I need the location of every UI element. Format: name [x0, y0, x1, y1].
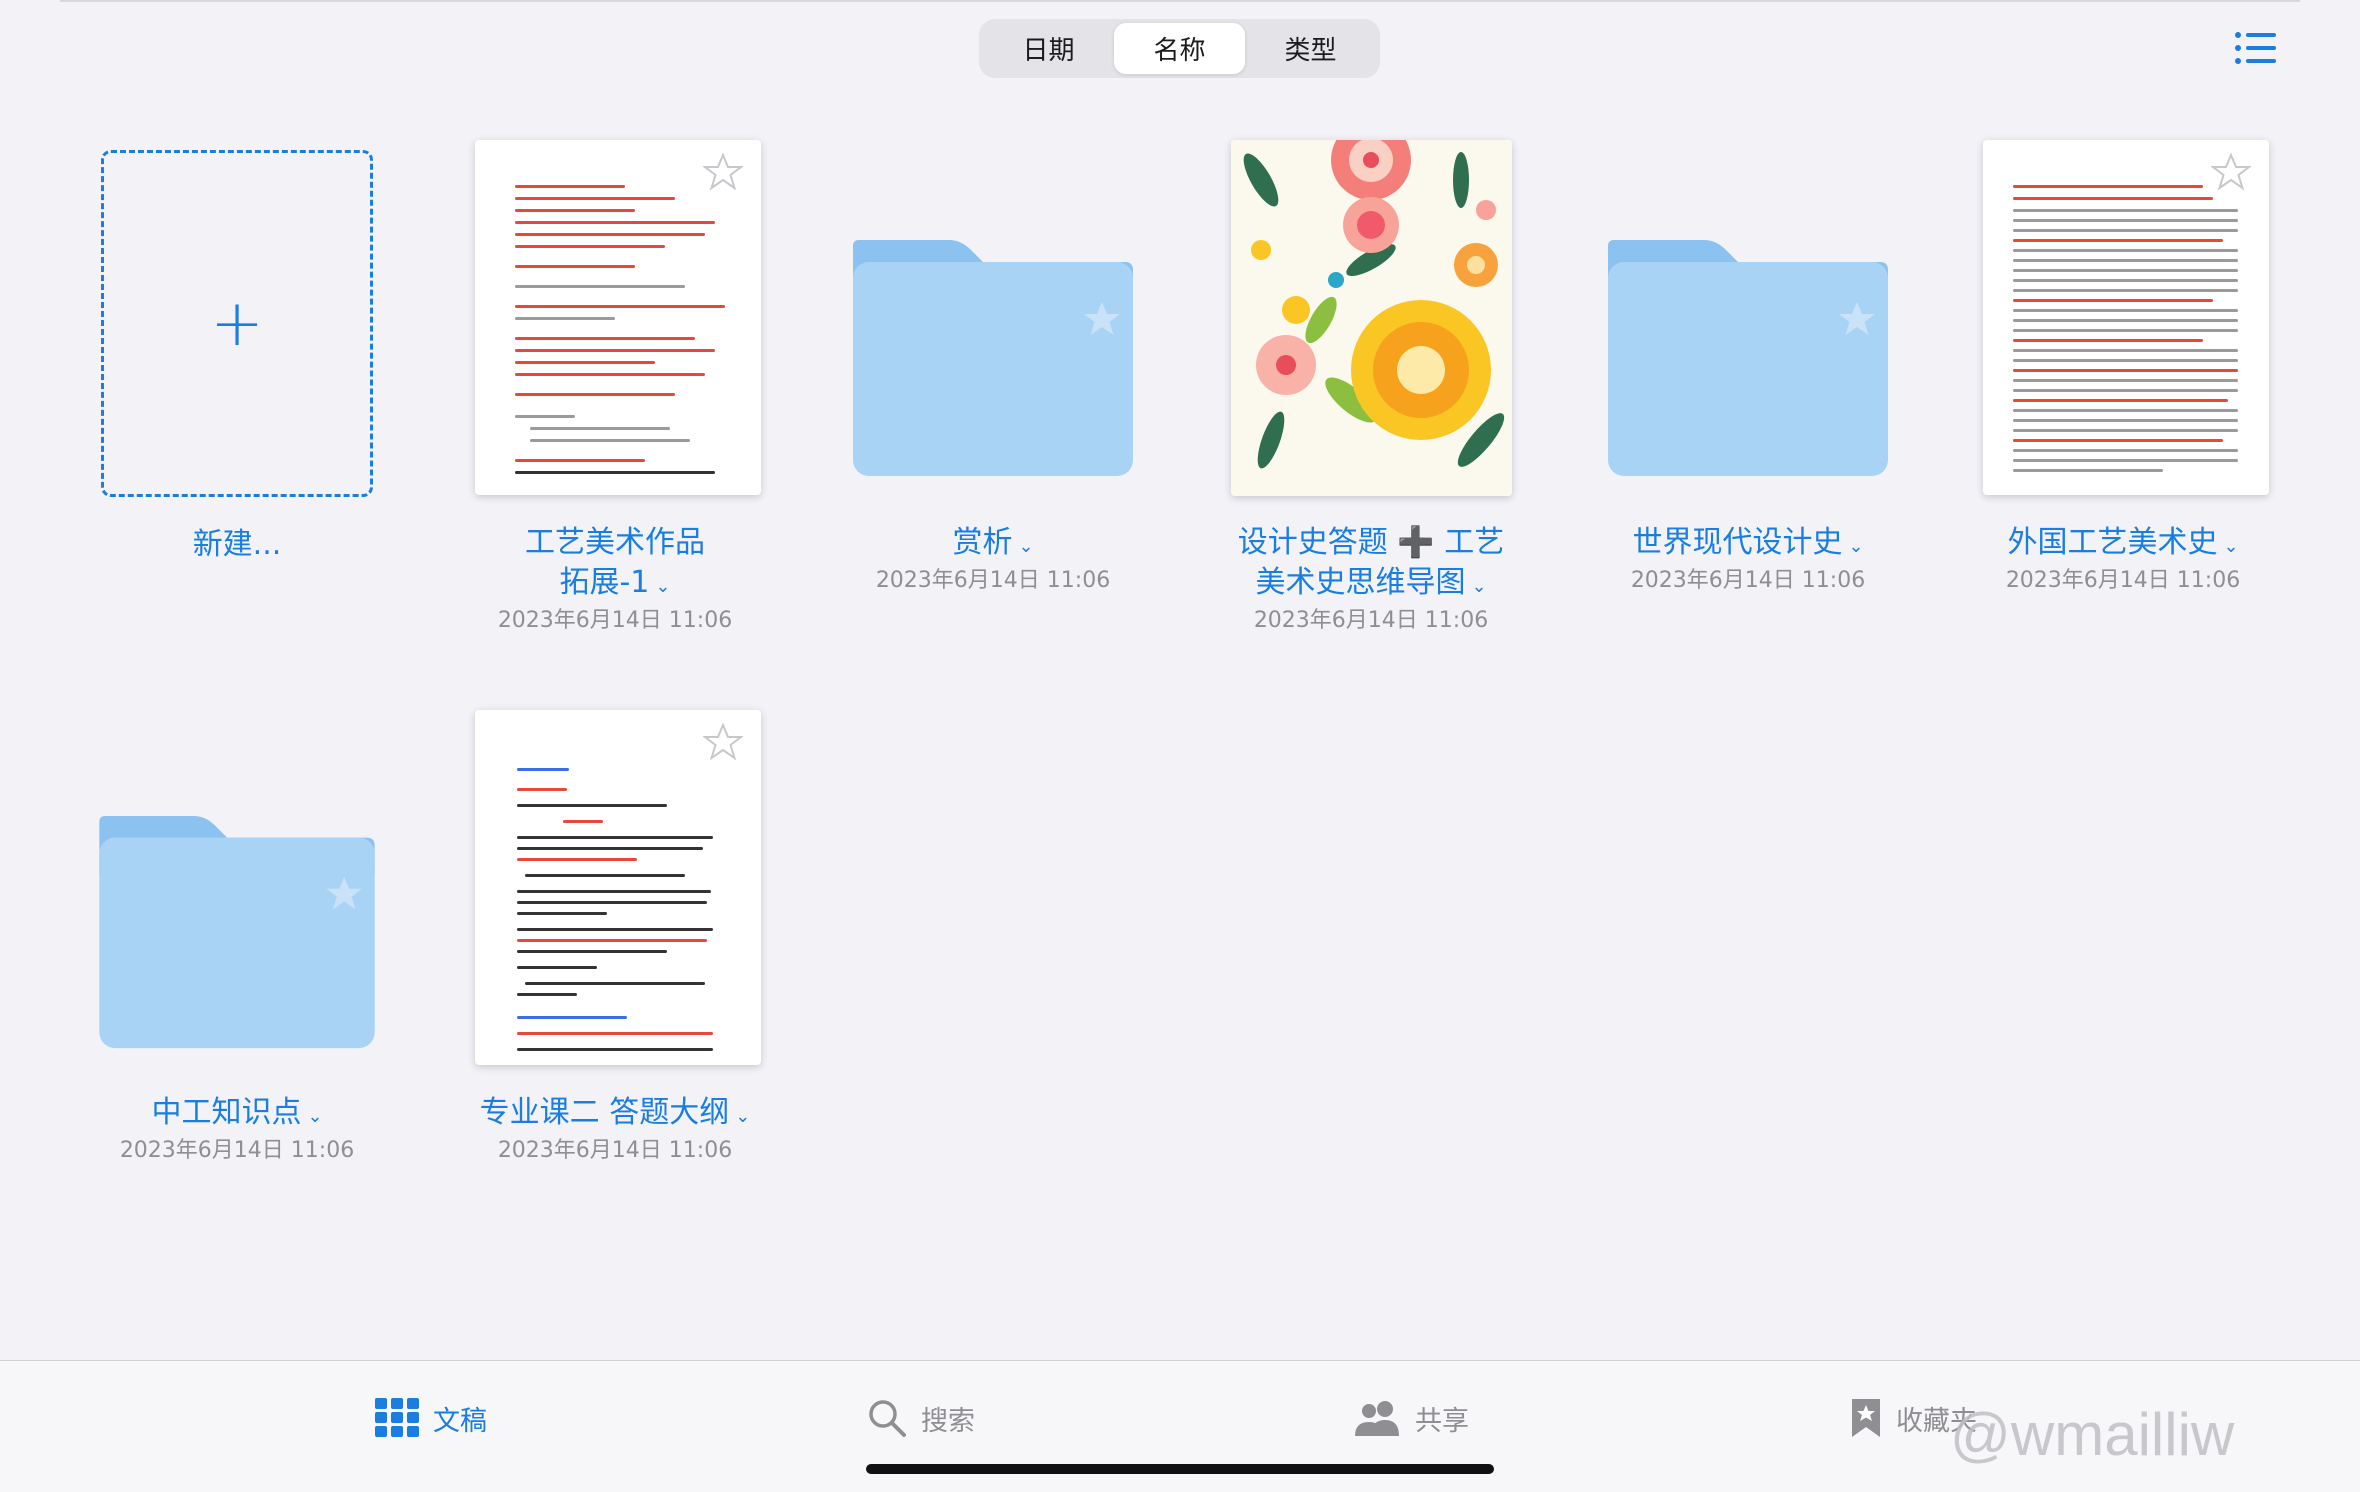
tile-date: 2023年6月14日 11:06 [875, 568, 1111, 593]
tile-date: 2023年6月14日 11:06 [1630, 568, 1866, 593]
top-divider [60, 0, 2300, 2]
tile-date: 2023年6月14日 11:06 [1253, 608, 1489, 633]
list-view-icon[interactable] [2234, 30, 2278, 66]
tab-shared[interactable]: 共享 [1355, 1393, 1469, 1443]
tile-name: 设计史答题 ➕ 工艺 美术史思维导图 ⌄ [1237, 525, 1505, 600]
sort-segmented-control[interactable]: 日期 名称 类型 [979, 19, 1380, 78]
search-icon [869, 1400, 906, 1437]
chevron-down-icon[interactable]: ⌄ [655, 576, 670, 597]
tile-name: 专业课二 答题大纲 ⌄ [479, 1095, 751, 1130]
favorite-star-icon[interactable] [703, 152, 743, 192]
document-tile[interactable]: 外国工艺美术史 ⌄ 2023年6月14日 11:06 [1943, 140, 2303, 600]
chevron-down-icon[interactable]: ⌄ [1018, 536, 1033, 557]
document-thumbnail[interactable] [1983, 140, 2269, 495]
chevron-down-icon[interactable]: ⌄ [1848, 536, 1863, 557]
sort-date-segment[interactable]: 日期 [983, 23, 1114, 74]
watermark-text: @wmailliw [1950, 1401, 2235, 1468]
floral-thumbnail[interactable] [1231, 140, 1512, 496]
favorite-star-icon[interactable] [2211, 152, 2251, 192]
folder-tile[interactable]: 世界现代设计史 ⌄ 2023年6月14日 11:06 [1568, 140, 1928, 600]
tile-name: 工艺美术作品 拓展-1 ⌄ [525, 525, 705, 600]
sort-kind-segment[interactable]: 类型 [1245, 23, 1376, 74]
new-document-button[interactable]: + [101, 150, 373, 497]
tab-label: 文稿 [433, 1405, 487, 1437]
chevron-down-icon[interactable]: ⌄ [2223, 536, 2238, 557]
tab-label: 共享 [1415, 1405, 1469, 1437]
document-tile[interactable]: 专业课二 答题大纲 ⌄ 2023年6月14日 11:06 [435, 710, 795, 1170]
grid-icon [375, 1398, 419, 1437]
folder-icon[interactable] [853, 240, 1133, 480]
favorite-star-icon[interactable] [703, 722, 743, 762]
plus-icon: + [210, 286, 264, 361]
tile-date: 2023年6月14日 11:06 [497, 608, 733, 633]
document-tile[interactable]: 工艺美术作品 拓展-1 ⌄ 2023年6月14日 11:06 [435, 140, 795, 640]
folder-tile[interactable]: 赏析 ⌄ 2023年6月14日 11:06 [813, 140, 1173, 600]
tab-label: 搜索 [921, 1405, 975, 1437]
people-icon [1355, 1401, 1399, 1436]
folder-icon[interactable] [99, 816, 375, 1052]
new-document-tile[interactable]: + 新建... [57, 140, 417, 580]
document-thumbnail[interactable] [475, 710, 761, 1065]
folder-tile[interactable]: 中工知识点 ⌄ 2023年6月14日 11:06 [57, 710, 417, 1170]
tab-search[interactable]: 搜索 [867, 1393, 975, 1443]
home-indicator [866, 1464, 1494, 1474]
tile-date: 2023年6月14日 11:06 [119, 1138, 355, 1163]
tile-date: 2023年6月14日 11:06 [497, 1138, 733, 1163]
tile-date: 2023年6月14日 11:06 [2005, 568, 2241, 593]
sort-name-segment[interactable]: 名称 [1114, 23, 1245, 74]
tile-name: 世界现代设计史 ⌄ [1632, 525, 1864, 560]
chevron-down-icon[interactable]: ⌄ [307, 1106, 322, 1127]
tile-name: 赏析 ⌄ [952, 525, 1034, 560]
tab-documents[interactable]: 文稿 [375, 1393, 487, 1443]
tile-name: 新建... [192, 527, 282, 562]
folder-icon[interactable] [1608, 240, 1888, 480]
chevron-down-icon[interactable]: ⌄ [735, 1106, 750, 1127]
tile-name: 中工知识点 ⌄ [151, 1095, 323, 1130]
bookmark-icon [1852, 1399, 1880, 1437]
chevron-down-icon[interactable]: ⌄ [1471, 576, 1486, 597]
tile-name: 外国工艺美术史 ⌄ [2007, 525, 2239, 560]
document-tile[interactable]: 设计史答题 ➕ 工艺 美术史思维导图 ⌄ 2023年6月14日 11:06 [1191, 140, 1551, 640]
document-thumbnail[interactable] [475, 140, 761, 495]
